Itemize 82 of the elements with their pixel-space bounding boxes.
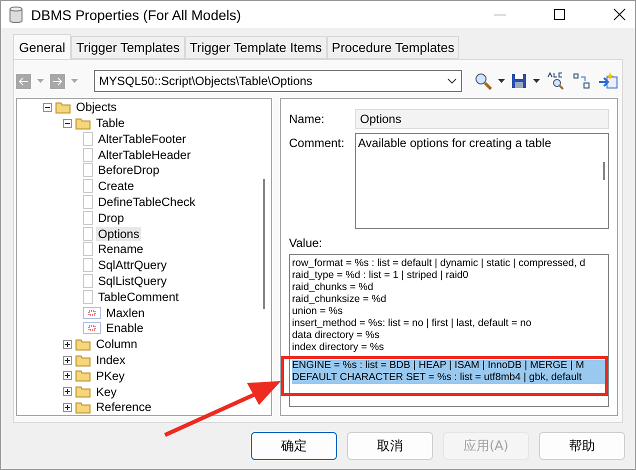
- tree-item[interactable]: Drop: [96, 210, 126, 225]
- code-line: row_format = %s : list = default | dynamic | static | compressed, d: [292, 258, 586, 270]
- document-icon: [83, 258, 93, 272]
- expand-icon[interactable]: [63, 371, 72, 380]
- tree-item[interactable]: BeforeDrop: [96, 163, 162, 178]
- document-icon: [83, 274, 93, 288]
- folder-icon: [75, 338, 91, 351]
- document-icon: [83, 195, 93, 210]
- document-icon: [83, 179, 93, 194]
- code-line: raid_chunksize = %d: [292, 294, 388, 306]
- spell-check-icon[interactable]: [546, 72, 566, 90]
- code-line: insert_method = %s: list = no | first | last, default = no: [292, 318, 532, 330]
- document-icon: [83, 242, 93, 256]
- tree-item[interactable]: Index: [94, 353, 128, 368]
- tree-item[interactable]: SqlAttrQuery: [96, 258, 169, 272]
- tab[interactable]: Procedure Templates: [326, 36, 460, 60]
- comment-field[interactable]: Available options for creating a table: [355, 133, 609, 230]
- tree-item[interactable]: Maxlen: [104, 306, 147, 320]
- document-icon: [83, 210, 93, 225]
- tree-item[interactable]: Enable: [104, 321, 146, 336]
- tab[interactable]: General: [13, 34, 72, 60]
- import-icon[interactable]: [598, 72, 618, 90]
- collapse-icon[interactable]: [63, 118, 72, 128]
- document-icon: [83, 226, 93, 241]
- tree-item[interactable]: Reference: [94, 400, 154, 414]
- code-line: union = %s: [292, 306, 344, 318]
- search-icon[interactable]: [474, 72, 492, 90]
- expand-icon[interactable]: [63, 387, 72, 396]
- document-icon: [83, 132, 93, 146]
- collapse-icon[interactable]: [43, 102, 52, 112]
- save-icon[interactable]: [511, 73, 527, 90]
- tree-item[interactable]: Table: [94, 116, 127, 130]
- code-line: data directory = %s: [292, 330, 380, 342]
- code-line: raid_type = %d : list = 1 | striped | raid0: [292, 270, 470, 282]
- tree-item[interactable]: AlterTableFooter: [96, 132, 188, 146]
- database-icon: [9, 6, 23, 24]
- tree-item[interactable]: Create: [96, 179, 136, 194]
- document-icon: [83, 148, 93, 162]
- field-label: Comment:: [289, 135, 346, 150]
- tree-item[interactable]: Rename: [96, 242, 146, 256]
- close-icon[interactable]: [613, 8, 627, 22]
- chevron-down-icon[interactable]: [447, 78, 457, 84]
- tree-item[interactable]: DefineTableCheck: [96, 195, 198, 210]
- variable-icon: [83, 322, 101, 334]
- tree-item[interactable]: Column: [94, 337, 140, 352]
- maximize-icon[interactable]: [553, 8, 567, 22]
- expand-icon[interactable]: [63, 402, 72, 412]
- value-field[interactable]: [289, 254, 609, 408]
- field-label: Value:: [289, 235, 324, 250]
- document-icon: [83, 163, 93, 178]
- tree-item[interactable]: TableComment: [96, 290, 181, 304]
- document-icon: [83, 290, 93, 304]
- caret-icon[interactable]: [498, 79, 505, 84]
- tree-item[interactable]: Objects: [74, 100, 119, 114]
- dialog-button[interactable]: 取消: [347, 432, 433, 460]
- folder-icon: [55, 100, 71, 114]
- folder-icon: [75, 400, 91, 414]
- tree-item[interactable]: PKey: [94, 368, 127, 383]
- tree-item[interactable]: AlterTableHeader: [96, 148, 193, 162]
- expand-icon[interactable]: [63, 340, 72, 349]
- scrollbar-thumb[interactable]: [603, 162, 606, 180]
- field-label: Name:: [289, 111, 326, 126]
- dialog-button[interactable]: 确定: [251, 432, 337, 460]
- folder-icon: [75, 354, 91, 367]
- path-dropdown[interactable]: MYSQL50::Script\Objects\Table\Options: [94, 70, 462, 92]
- dialog-button[interactable]: 帮助: [539, 432, 625, 460]
- tree-item[interactable]: Key: [94, 384, 119, 399]
- window-title: DBMS Properties (For All Models): [31, 6, 242, 23]
- folder-icon: [75, 385, 91, 398]
- tree-item[interactable]: Options: [96, 226, 142, 241]
- tree-item[interactable]: SqlListQuery: [96, 274, 169, 288]
- scrollbar-thumb[interactable]: [263, 179, 265, 310]
- caret-icon[interactable]: [533, 79, 540, 84]
- tab[interactable]: Trigger Template Items: [184, 36, 327, 60]
- folder-icon: [75, 369, 91, 382]
- tab[interactable]: Trigger Templates: [71, 36, 185, 60]
- folder-icon: [75, 116, 91, 130]
- variable-icon: [83, 306, 101, 319]
- code-line: raid_chunks = %d: [292, 282, 374, 294]
- name-field[interactable]: Options: [355, 109, 609, 130]
- expand-icon[interactable]: [63, 356, 72, 365]
- code-line: index directory = %s: [292, 342, 386, 354]
